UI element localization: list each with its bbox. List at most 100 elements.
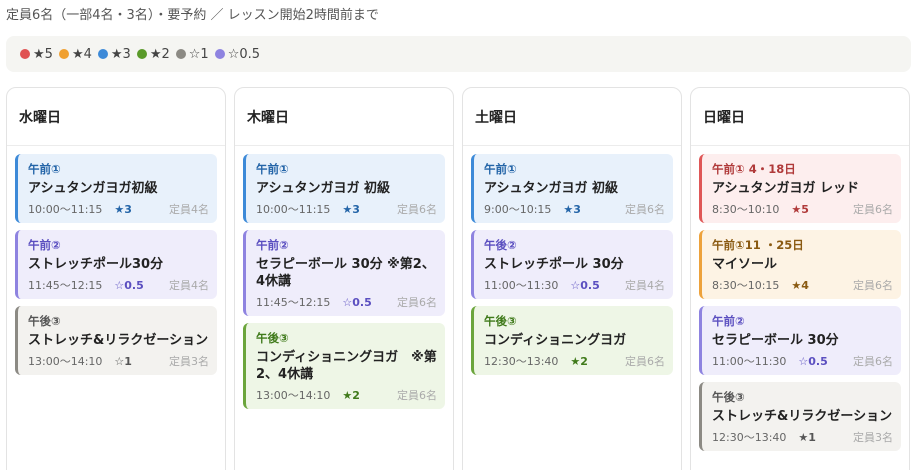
lesson-card[interactable]: 午前①11 ・25日 マイソール 8:30〜10:15 ★4 定員6名 [699,230,901,299]
legend-item: ★2 [136,46,170,62]
lesson-capacity: 定員6名 [625,203,665,216]
lesson-capacity: 定員6名 [397,296,437,309]
legend-dot-icon [97,49,108,59]
lesson-time: 8:30〜10:15 [712,279,780,292]
lesson-title: アシュタンガヨガ レッド [712,181,860,196]
lesson-time: 13:00〜14:10 [28,355,103,368]
lesson-capacity: 定員3名 [853,431,893,444]
lesson-title: コンディショニングヨガ [484,333,627,348]
lesson-capacity: 定員3名 [169,355,209,368]
lesson-title: ストレッチポール30分 [28,257,164,272]
lesson-capacity: 定員6名 [853,203,893,216]
lesson-time: 11:00〜11:30 [712,355,787,368]
lesson-rating: ☆0.5 [570,278,600,292]
lesson-card[interactable]: 午後③ ストレッチ&リラクゼーション 13:00〜14:10 ☆1 定員3名 [15,306,217,375]
day-heading: 土曜日 [463,88,681,146]
legend-dot-icon [58,49,69,59]
lesson-title: セラピーボール 30分 ※第2、4休講 [256,257,435,289]
lesson-card[interactable]: 午後③ コンディショニングヨガ 12:30〜13:40 ★2 定員6名 [471,306,673,375]
lesson-capacity: 定員6名 [397,389,437,402]
lesson-title: ストレッチ&リラクゼーション [712,409,893,424]
lesson-title: ストレッチ&リラクゼーション [28,333,209,348]
day-column-saturday: 土曜日 午前① アシュタンガヨガ 初級 9:00〜10:15 ★3 定員6名 午後②… [462,87,682,470]
lesson-period: 午後③ [712,390,745,404]
lesson-card[interactable]: 午前① アシュタンガヨガ 初級 10:00〜11:15 ★3 定員6名 [243,154,445,223]
lesson-time: 11:00〜11:30 [484,279,559,292]
lesson-capacity: 定員4名 [169,203,209,216]
lesson-rating: ☆1 [114,354,132,368]
lesson-capacity: 定員6名 [853,355,893,368]
lesson-capacity: 定員6名 [853,279,893,292]
lesson-rating: ☆0.5 [114,278,144,292]
lesson-period: 午後③ [484,314,517,328]
lesson-card[interactable]: 午前② セラピーボール 30分 11:00〜11:30 ☆0.5 定員6名 [699,306,901,375]
lesson-title: アシュタンガヨガ 初級 [484,181,619,196]
lesson-capacity: 定員4名 [625,279,665,292]
legend-item: ☆1 [175,46,209,62]
lesson-card[interactable]: 午前① 4・18日 アシュタンガヨガ レッド 8:30〜10:10 ★5 定員6名 [699,154,901,223]
legend-label: ★3 [110,46,131,62]
lesson-rating: ★3 [563,202,581,216]
lesson-capacity: 定員6名 [625,355,665,368]
legend-dot-icon [175,49,186,59]
day-heading: 水曜日 [7,88,225,146]
lesson-rating: ★2 [570,354,588,368]
lesson-period: 午前① 4・18日 [712,162,796,176]
rating-legend: ★5 ★4 ★3 ★2 ☆1 ☆0.5 [6,36,911,72]
day-column-thursday: 木曜日 午前① アシュタンガヨガ 初級 10:00〜11:15 ★3 定員6名 午前… [234,87,454,470]
lesson-period: 午前② [712,314,745,328]
lesson-time: 11:45〜12:15 [256,296,331,309]
lesson-time: 8:30〜10:10 [712,203,780,216]
legend-item: ☆0.5 [214,46,261,62]
day-heading: 日曜日 [691,88,909,146]
lesson-capacity: 定員6名 [397,203,437,216]
lesson-title: コンディショニングヨガ ※第2、4休講 [256,350,437,382]
lesson-period: 午後③ [28,314,61,328]
lesson-rating: ★3 [114,202,132,216]
legend-dot-icon [20,49,30,59]
lesson-period: 午後② [484,238,517,252]
lesson-rating: ★4 [791,278,809,292]
lesson-time: 12:30〜13:40 [712,431,787,444]
day-heading: 木曜日 [235,88,453,146]
lesson-time: 10:00〜11:15 [28,203,103,216]
legend-label: ☆0.5 [227,46,261,62]
legend-dot-icon [214,49,225,59]
lesson-period: 午前① [28,162,61,176]
lesson-title: アシュタンガヨガ初級 [28,181,158,196]
day-column-sunday: 日曜日 午前① 4・18日 アシュタンガヨガ レッド 8:30〜10:10 ★5 定… [690,87,910,470]
lesson-rating: ☆0.5 [342,295,372,309]
legend-label: ★5 [33,46,53,62]
lesson-period: 午前① [256,162,289,176]
lesson-title: マイソール [712,257,778,272]
legend-label: ☆1 [188,46,209,62]
schedule-notice: 定員6名（一部4名・3名）・要予約 ／ レッスン開始2時間前まで [6,8,379,23]
lesson-card[interactable]: 午前② セラピーボール 30分 ※第2、4休講 11:45〜12:15 ☆0.5 定… [243,230,445,316]
legend-label: ★2 [149,46,170,62]
lesson-card[interactable]: 午後③ ストレッチ&リラクゼーション 12:30〜13:40 ★1 定員3名 [699,382,901,451]
lesson-card[interactable]: 午後② ストレッチポール 30分 11:00〜11:30 ☆0.5 定員4名 [471,230,673,299]
lesson-time: 9:00〜10:15 [484,203,552,216]
lesson-rating: ★5 [791,202,809,216]
lesson-rating: ★2 [342,388,360,402]
legend-item: ★3 [97,46,131,62]
lesson-rating: ★1 [798,430,816,444]
lesson-time: 12:30〜13:40 [484,355,559,368]
lesson-card[interactable]: 午後③ コンディショニングヨガ ※第2、4休講 13:00〜14:10 ★2 定員6… [243,323,445,409]
day-column-wednesday: 水曜日 午前① アシュタンガヨガ初級 10:00〜11:15 ★3 定員4名 午前②… [6,87,226,470]
lesson-card[interactable]: 午前① アシュタンガヨガ 初級 9:00〜10:15 ★3 定員6名 [471,154,673,223]
lesson-time: 10:00〜11:15 [256,203,331,216]
legend-dot-icon [136,49,147,59]
lesson-period: 午後③ [256,331,289,345]
lesson-title: セラピーボール 30分 [712,333,839,348]
weekly-schedule: 水曜日 午前① アシュタンガヨガ初級 10:00〜11:15 ★3 定員4名 午前②… [6,87,911,470]
lesson-rating: ★3 [342,202,360,216]
lesson-period: 午前① [484,162,517,176]
lesson-period: 午前② [256,238,289,252]
lesson-card[interactable]: 午前② ストレッチポール30分 11:45〜12:15 ☆0.5 定員4名 [15,230,217,299]
lesson-card[interactable]: 午前① アシュタンガヨガ初級 10:00〜11:15 ★3 定員4名 [15,154,217,223]
lesson-period: 午前①11 ・25日 [712,238,804,252]
lesson-period: 午前② [28,238,61,252]
legend-item: ★5 [20,47,53,62]
lesson-time: 13:00〜14:10 [256,389,331,402]
